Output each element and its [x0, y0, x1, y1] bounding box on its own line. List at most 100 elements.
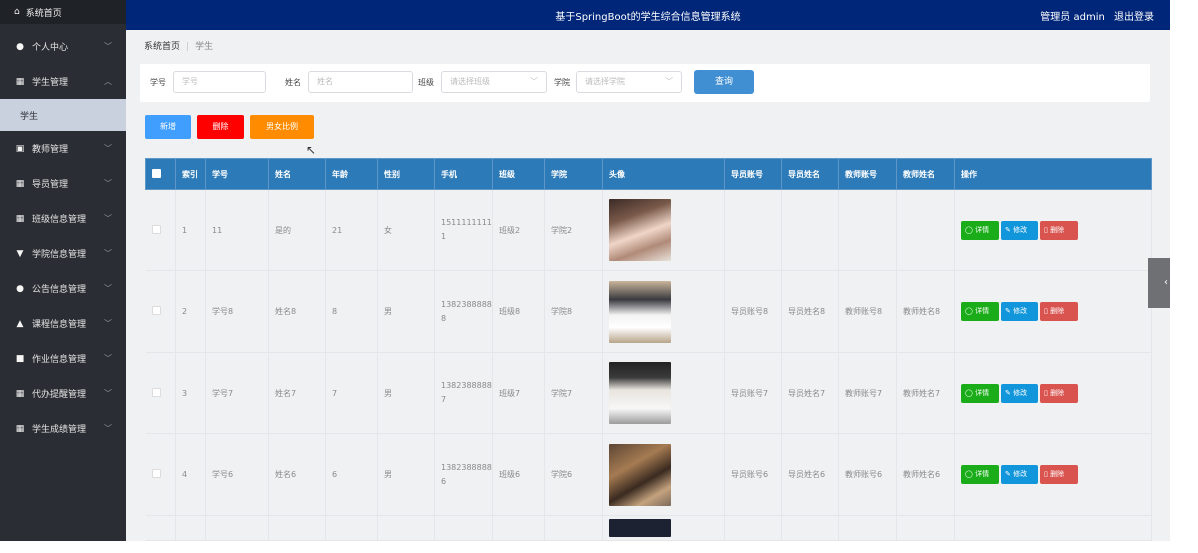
thumb-icon: ▲	[16, 318, 24, 329]
avatar	[609, 362, 671, 425]
cell-operations: ◯ 详情 ✎ 修改 ▯ 删除	[954, 433, 1152, 516]
cell-sex: 男	[377, 352, 435, 435]
cell-xingming: 姓名7	[268, 352, 326, 435]
sidebar-item-todo-reminder[interactable]: ▦ 代办提醒管理 ﹀	[0, 376, 126, 411]
xuehao-input[interactable]: 学号	[173, 71, 266, 93]
breadcrumb-home[interactable]: 系统首页	[144, 42, 180, 52]
cell-daoyuan-name: 导员姓名6	[781, 433, 839, 516]
row-checkbox[interactable]	[145, 352, 176, 435]
cell-daoyuan-account: 导员账号7	[724, 352, 782, 435]
sidebar-item-student-grades[interactable]: ▦ 学生成绩管理 ﹀	[0, 411, 126, 446]
cell-banji: 班级2	[492, 189, 545, 272]
avatar	[609, 518, 671, 537]
xingming-placeholder: 姓名	[317, 77, 333, 86]
gender-ratio-button[interactable]: 男女比例	[250, 115, 314, 139]
xueyuan-select[interactable]: 请选择学院 ﹀	[576, 71, 682, 93]
sidebar-item-college-info[interactable]: ▼ 学院信息管理 ﹀	[0, 236, 126, 271]
banji-label: 班级	[418, 78, 434, 87]
sidebar-item-teacher-management[interactable]: ▣ 教师管理 ﹀	[0, 131, 126, 166]
detail-button[interactable]: ◯ 详情	[961, 302, 999, 322]
cell-teacher-account	[838, 189, 897, 272]
chevron-down-icon: ﹀	[104, 42, 112, 51]
sidebar-item-notice-info[interactable]: ● 公告信息管理 ﹀	[0, 271, 126, 306]
select-all-checkbox[interactable]	[145, 158, 176, 190]
edit-button[interactable]: ✎ 修改	[1001, 383, 1038, 403]
detail-button[interactable]: ◯ 详情	[961, 383, 999, 403]
cell-xueyuan: 学院6	[544, 433, 603, 516]
column-header: 头像	[602, 158, 725, 190]
grid-icon: ▦	[15, 388, 25, 399]
logout-link[interactable]: 退出登录	[1114, 12, 1154, 23]
column-header: 索引	[175, 158, 206, 190]
row-checkbox[interactable]	[145, 270, 176, 353]
sidebar-item-class-info[interactable]: ▦ 班级信息管理 ﹀	[0, 201, 126, 236]
cell-banji: 班级8	[492, 270, 545, 353]
delete-label: 删除	[1050, 307, 1065, 316]
trash-icon: ▯	[1044, 388, 1048, 397]
cell-avatar	[602, 189, 725, 272]
app-title: 基于SpringBoot的学生综合信息管理系统	[555, 12, 741, 23]
cell-daoyuan-account: 导员账号6	[724, 433, 782, 516]
edit-label: 修改	[1013, 470, 1028, 479]
sidebar-item-personal-center[interactable]: ● 个人中心 ﹀	[0, 29, 126, 64]
cell-operations: ◯ 详情 ✎ 修改 ▯ 删除	[954, 189, 1152, 272]
xingming-input[interactable]: 姓名	[308, 71, 413, 93]
column-header: 班级	[492, 158, 545, 190]
cell-xingming: 姓名6	[268, 433, 326, 516]
edit-button[interactable]: ✎ 修改	[1001, 220, 1038, 240]
cell-daoyuan-name: 导员姓名7	[781, 352, 839, 435]
banji-select[interactable]: 请选择班级 ﹀	[441, 71, 547, 93]
cell-xuehao: 学号8	[205, 270, 269, 353]
sidebar-subitem-student[interactable]: 学生	[0, 99, 126, 131]
cell-teacher-account: 教师账号8	[838, 270, 897, 353]
delete-button[interactable]: 删除	[197, 115, 244, 139]
current-user: 管理员 admin	[1040, 12, 1105, 23]
cell-phone: 13823888887	[434, 352, 493, 435]
edit-button[interactable]: ✎ 修改	[1001, 465, 1038, 485]
breadcrumb-current: 学生	[195, 42, 214, 52]
cell-xuehao: 学号6	[205, 433, 269, 516]
edit-label: 修改	[1013, 388, 1028, 397]
pencil-icon: ✎	[1005, 470, 1011, 479]
cell-age: 6	[325, 433, 378, 516]
row-checkbox[interactable]	[145, 189, 176, 272]
sidebar-item-homework-info[interactable]: ■ 作业信息管理 ﹀	[0, 341, 126, 376]
detail-label: 详情	[975, 470, 990, 479]
sidebar-item-counselor-management[interactable]: ▦ 导员管理 ﹀	[0, 166, 126, 201]
home-icon: ⌂	[14, 7, 20, 17]
cell-xingming: 是的	[268, 189, 326, 272]
cell-teacher-account: 教师账号6	[838, 433, 897, 516]
row-delete-button[interactable]: ▯ 删除	[1040, 383, 1078, 403]
sidebar-item-label: 个人中心	[32, 43, 69, 53]
sidebar-item-home[interactable]: ⌂ 系统首页	[0, 0, 126, 24]
column-header: 年龄	[325, 158, 378, 190]
chevron-down-icon: ﹀	[104, 424, 112, 433]
sidebar-item-label: 课程信息管理	[32, 320, 87, 330]
row-delete-button[interactable]: ▯ 删除	[1040, 465, 1078, 485]
chevron-down-icon: ﹀	[530, 77, 538, 86]
add-button[interactable]: 新增	[145, 115, 191, 139]
cell-index: 2	[175, 270, 206, 353]
side-panel-toggle[interactable]: ‹	[1148, 258, 1170, 308]
column-header: 操作	[954, 158, 1152, 190]
row-checkbox[interactable]	[145, 433, 176, 516]
top-header: 基于SpringBoot的学生综合信息管理系统 管理员 admin 退出登录	[126, 0, 1170, 30]
table-row-partial	[145, 515, 1152, 542]
sidebar-item-label: 公告信息管理	[32, 285, 87, 295]
cell-xueyuan: 学院8	[544, 270, 603, 353]
pencil-icon: ✎	[1005, 225, 1011, 234]
sidebar-item-student-management[interactable]: ▦ 学生管理 ︿	[0, 64, 126, 99]
row-delete-button[interactable]: ▯ 删除	[1040, 220, 1078, 240]
detail-button[interactable]: ◯ 详情	[961, 220, 999, 240]
student-table: 索引 学号 姓名 年龄 性别 手机 班级 学院 头像 导员账号 导员姓名 教师账…	[145, 158, 1152, 542]
detail-button[interactable]: ◯ 详情	[961, 465, 999, 485]
sidebar: ⌂ 系统首页 ● 个人中心 ﹀ ▦ 学生管理 ︿ 学生 ▣ 教师管理 ﹀ ▦ 导…	[0, 0, 126, 541]
person-icon: ●	[16, 41, 24, 52]
row-delete-button[interactable]: ▯ 删除	[1040, 302, 1078, 322]
chevron-down-icon: ﹀	[104, 214, 112, 223]
detail-label: 详情	[975, 225, 990, 234]
query-button[interactable]: 查询	[694, 70, 754, 94]
edit-button[interactable]: ✎ 修改	[1001, 302, 1038, 322]
sidebar-item-course-info[interactable]: ▲ 课程信息管理 ﹀	[0, 306, 126, 341]
sidebar-item-label: 班级信息管理	[32, 215, 87, 225]
